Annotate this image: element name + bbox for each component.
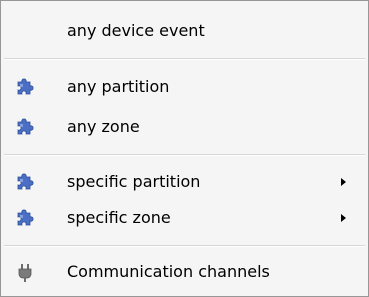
puzzle-piece-icon	[15, 172, 35, 192]
menu-separator	[4, 154, 365, 156]
menu-item-label: specific zone	[67, 208, 171, 227]
puzzle-piece-icon	[15, 208, 35, 228]
menu-separator	[4, 245, 365, 247]
menu-item-any-device-event[interactable]: any device event	[3, 12, 366, 50]
menu-item-specific-partition[interactable]: specific partition	[3, 163, 366, 201]
submenu-arrow-icon	[341, 178, 346, 186]
menu-item-label: any zone	[67, 117, 140, 136]
menu-separator	[4, 58, 365, 60]
menu-item-label: Communication channels	[67, 262, 270, 281]
puzzle-piece-icon	[15, 117, 35, 137]
menu-item-any-partition[interactable]: any partition	[3, 68, 366, 106]
menu-item-communication-channels[interactable]: Communication channels	[3, 253, 366, 291]
plug-icon	[15, 262, 35, 282]
menu-item-any-zone[interactable]: any zone	[3, 108, 366, 146]
context-menu: any device event any partition any zone	[0, 0, 369, 297]
submenu-arrow-icon	[341, 214, 346, 222]
menu-item-label: any partition	[67, 77, 170, 96]
menu-item-label: any device event	[67, 21, 205, 40]
puzzle-piece-icon	[15, 77, 35, 97]
menu-item-specific-zone[interactable]: specific zone	[3, 199, 366, 237]
menu-item-label: specific partition	[67, 172, 201, 191]
